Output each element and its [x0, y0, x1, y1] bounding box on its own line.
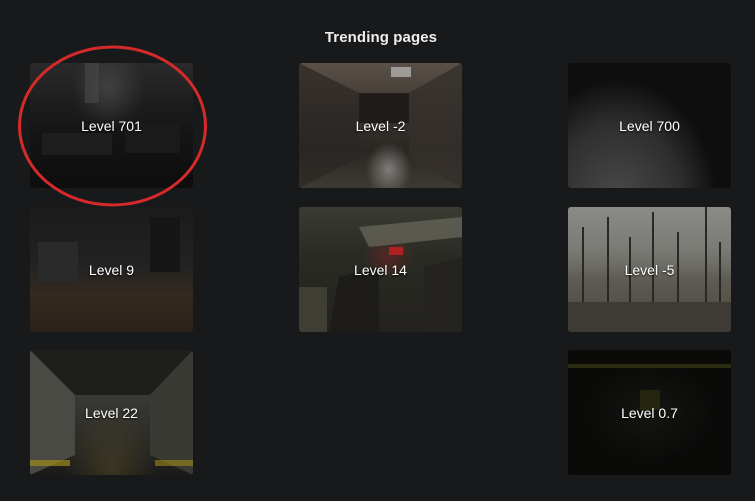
card-level-minus-5[interactable]: Level -5: [568, 207, 731, 332]
card-level-701[interactable]: Level 701: [30, 63, 193, 188]
card-level-minus-2[interactable]: Level -2: [299, 63, 462, 188]
card-level-22[interactable]: Level 22: [30, 350, 193, 475]
card-label: Level 701: [81, 117, 142, 134]
card-label: Level 0.7: [621, 404, 678, 421]
card-label: Level 9: [88, 261, 135, 278]
card-label: Level -2: [355, 117, 406, 134]
card-label: Level 14: [354, 261, 407, 278]
card-level-9[interactable]: Level 9: [30, 207, 193, 332]
trending-page: Trending pages Level 701 Level -2 Level …: [0, 0, 755, 501]
card-label: Level 22: [85, 404, 138, 421]
card-label: Level -5: [624, 261, 675, 278]
card-level-700[interactable]: Level 700: [568, 63, 731, 188]
card-label: Level 700: [619, 117, 680, 134]
section-heading: Trending pages: [324, 29, 438, 46]
card-level-0-7[interactable]: Level 0.7: [568, 350, 731, 475]
card-level-14[interactable]: Level 14: [299, 207, 462, 332]
